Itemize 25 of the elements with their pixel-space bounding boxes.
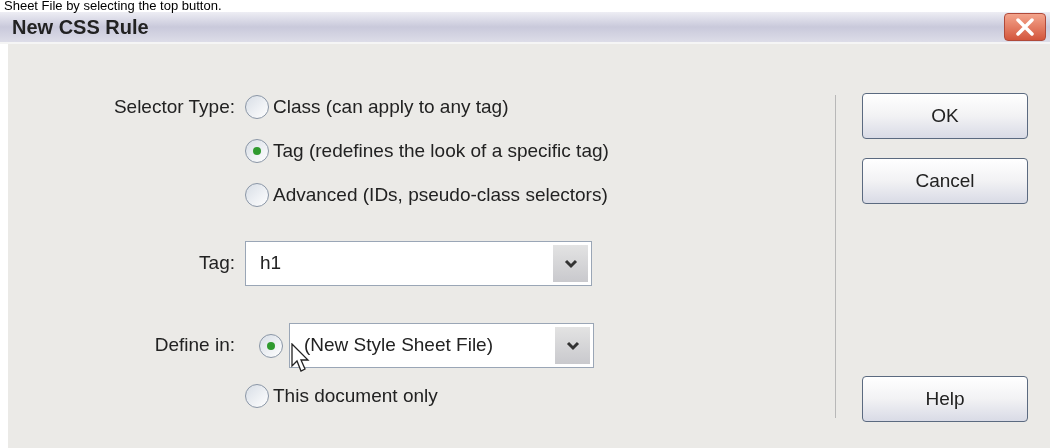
dialog-button[interactable]: Help xyxy=(862,376,1028,422)
dropdown-button[interactable] xyxy=(555,327,590,364)
dialog-button[interactable]: Cancel xyxy=(862,158,1028,204)
radio-button[interactable] xyxy=(245,95,269,119)
radio-button[interactable] xyxy=(245,183,269,207)
caption-text: Sheet File by selecting the top button. xyxy=(3,0,223,12)
dropdown[interactable]: (New Style Sheet File) xyxy=(289,323,594,368)
option-label: Tag (redefines the look of a specific tag) xyxy=(273,138,609,163)
option-label: Class (can apply to any tag) xyxy=(273,94,509,119)
close-icon xyxy=(1015,18,1035,36)
radio-button[interactable] xyxy=(245,139,269,163)
radio-button[interactable] xyxy=(259,333,283,358)
dropdown-button[interactable] xyxy=(553,245,588,282)
radio-button[interactable] xyxy=(245,384,269,408)
dialog-button[interactable]: OK xyxy=(862,93,1028,139)
chevron-down-icon xyxy=(565,340,580,351)
option-label: Advanced (IDs, pseudo-class selectors) xyxy=(273,182,608,207)
close-button[interactable] xyxy=(1004,13,1046,41)
field-label: Define in: xyxy=(154,334,235,356)
field-label: Tag: xyxy=(199,252,235,274)
option-label: This document only xyxy=(273,383,438,408)
chevron-down-icon xyxy=(563,258,578,269)
dropdown[interactable]: h1 xyxy=(245,241,592,286)
field-label: Selector Type: xyxy=(113,95,235,117)
window-title: New CSS Rule xyxy=(12,15,149,40)
